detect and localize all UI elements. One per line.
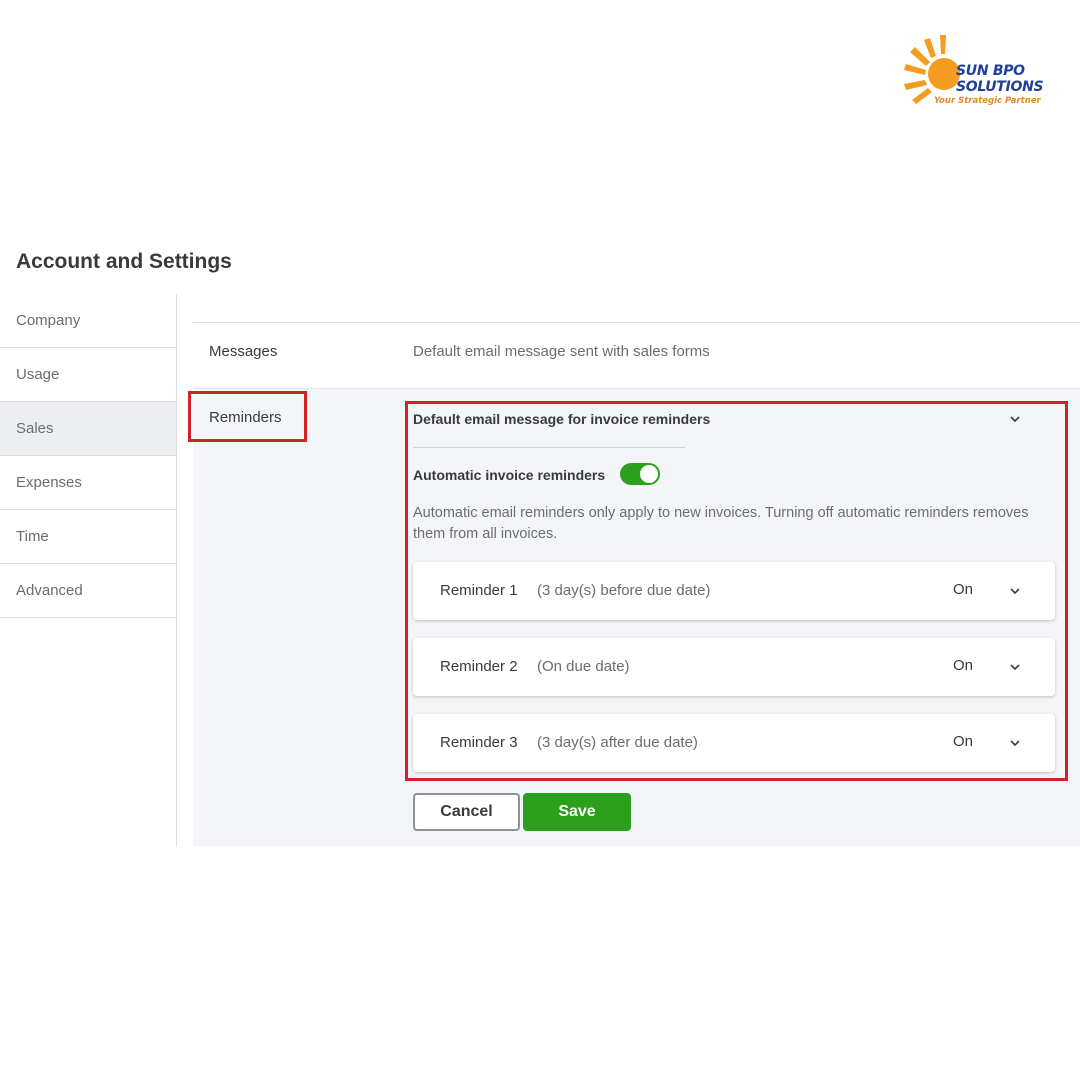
messages-section-label[interactable]: Messages [209, 343, 277, 360]
page-title: Account and Settings [16, 250, 232, 273]
sidebar-item-time[interactable]: Time [0, 510, 176, 564]
cancel-button[interactable]: Cancel [413, 793, 520, 831]
sun-bpo-logo: SUN BPO SOLUTIONS Your Strategic Partner [900, 30, 1050, 110]
logo-text-line2: SOLUTIONS [956, 79, 1044, 95]
sidebar-item-company[interactable]: Company [0, 294, 176, 348]
logo-text-line1: SUN BPO [956, 63, 1025, 79]
sidebar-item-sales[interactable]: Sales [0, 402, 176, 456]
highlight-box-reminders-label [188, 391, 307, 442]
sidebar-item-expenses[interactable]: Expenses [0, 456, 176, 510]
highlight-box-reminder-settings [405, 401, 1068, 781]
sidebar-item-usage[interactable]: Usage [0, 348, 176, 402]
settings-sidebar: Company Usage Sales Expenses Time Advanc… [0, 294, 177, 847]
logo-tagline: Your Strategic Partner [934, 96, 1041, 106]
messages-description[interactable]: Default email message sent with sales fo… [413, 343, 710, 360]
section-divider [193, 322, 1080, 323]
sidebar-item-advanced[interactable]: Advanced [0, 564, 176, 618]
save-button[interactable]: Save [523, 793, 631, 831]
